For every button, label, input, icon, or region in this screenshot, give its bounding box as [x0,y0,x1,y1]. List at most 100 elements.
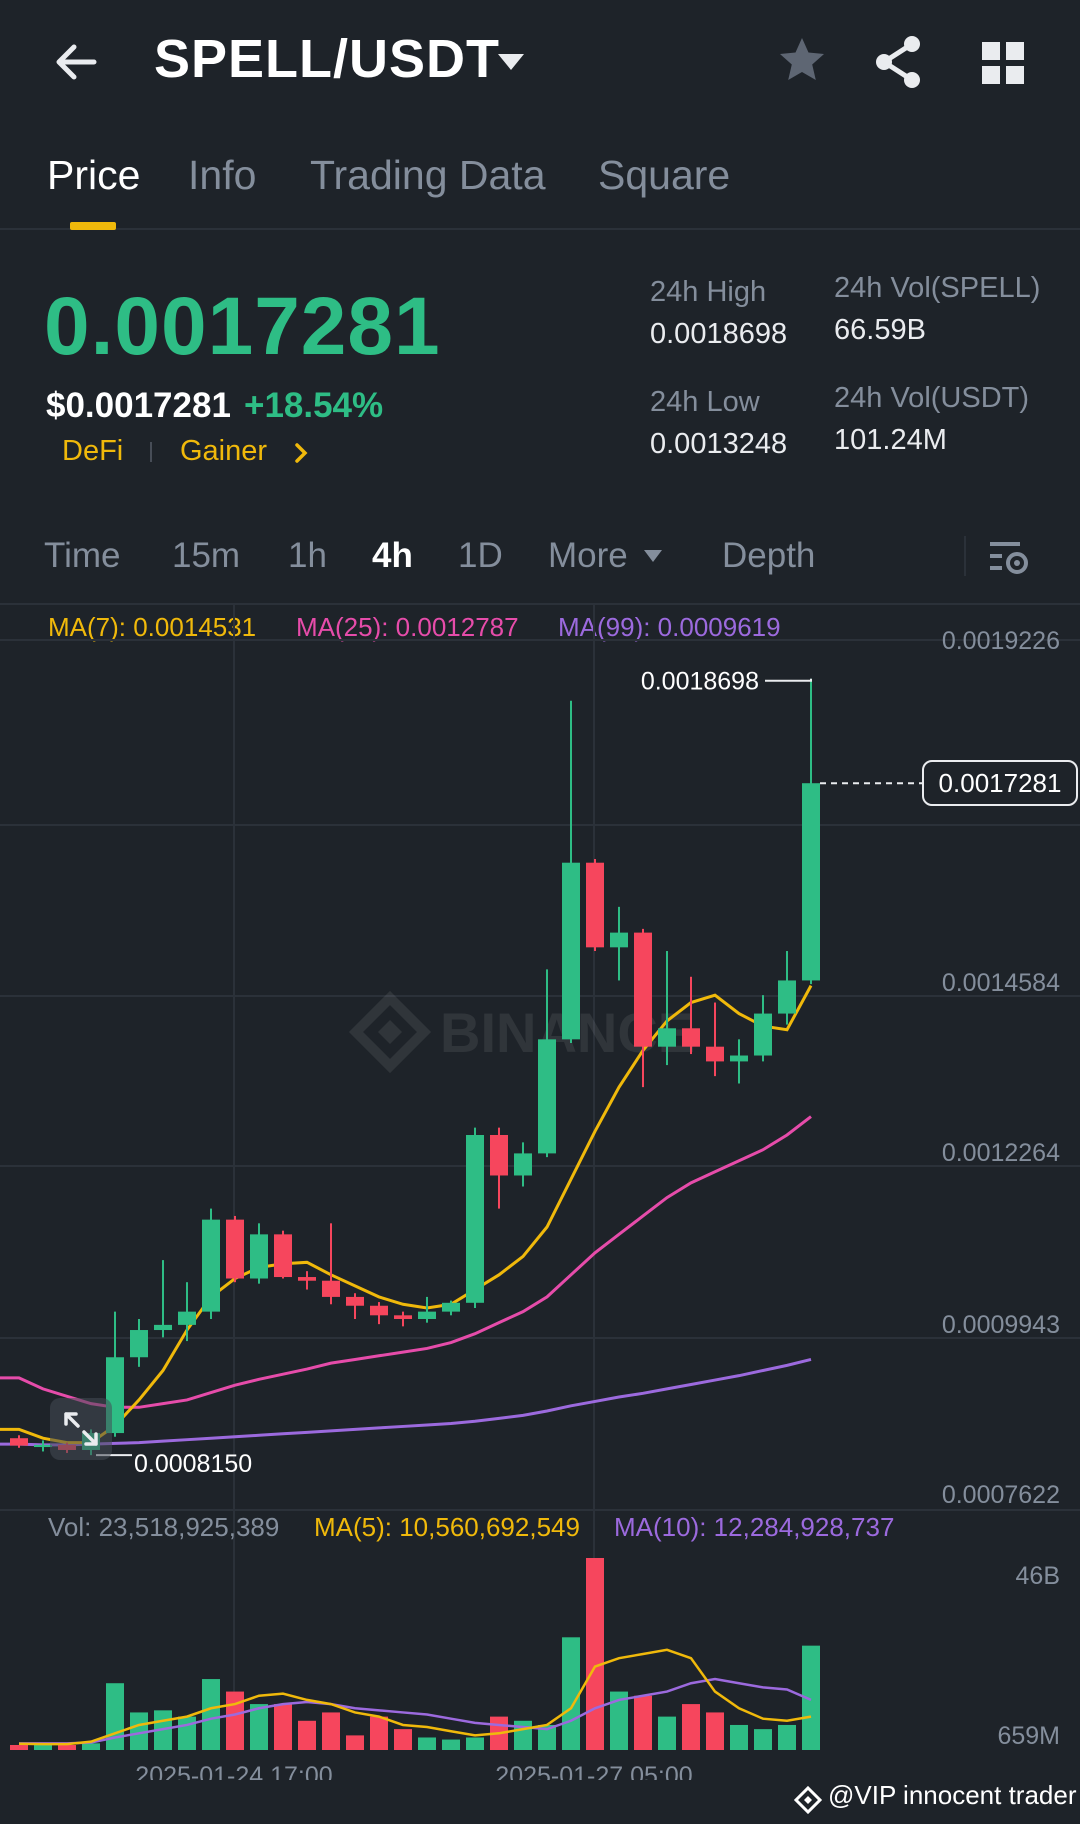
candle-body [154,1324,172,1331]
volume-bar [322,1712,340,1750]
volume-bar [706,1712,724,1750]
chevron-down-icon[interactable] [494,50,528,74]
tag-gainer[interactable]: Gainer [180,435,267,468]
share-icon[interactable] [872,34,924,90]
high-marker-label: 0.0018698 [641,668,759,696]
low-24h-label: 24h Low [650,386,760,418]
candle-body [754,1013,772,1056]
price-chart[interactable]: BINANCE 0.00192260.00145840.00122640.000… [0,560,1080,1780]
candle-body [586,862,604,948]
candle-body [202,1219,220,1312]
volume-bar [370,1716,388,1750]
x-axis-tick-label: 2025-01-24 17:00 [135,1762,332,1780]
price-change-percent: +18.54% [244,386,384,425]
volume-bar [682,1704,700,1750]
star-icon[interactable] [776,34,828,86]
candle-body [10,1438,28,1446]
tag-defi[interactable]: DeFi [62,435,123,468]
volume-bar [442,1739,460,1750]
volume-bar [346,1735,364,1750]
volume-bar [730,1724,748,1750]
y-axis-tick-label: 0.0012264 [942,1139,1060,1167]
candle-body [514,1153,532,1176]
volume-axis-max-label: 46B [1016,1562,1060,1590]
volume-axis-min-label: 659M [997,1722,1060,1750]
candle-body [274,1234,292,1278]
volume-bar [418,1737,436,1750]
current-price-tag: 0.0017281 [922,760,1078,807]
candle-body [562,862,580,1040]
active-tab-indicator [70,222,116,230]
trading-pair-title[interactable]: SPELL/USDT [154,28,500,90]
vol-base-label: 24h Vol(SPELL) [834,272,1041,304]
vol-base-value: 66.59B [834,314,926,346]
expand-chart-button[interactable] [50,1398,112,1460]
volume-bar [274,1704,292,1750]
candle-body [178,1311,196,1325]
low-24h-value: 0.0013248 [650,428,788,460]
candle-body [706,1046,724,1062]
candle-body [634,932,652,1047]
candle-body [418,1311,436,1319]
grid-icon[interactable] [980,40,1026,86]
y-axis-tick-label: 0.0019226 [942,627,1060,655]
candle-body [298,1277,316,1281]
candle-body [322,1280,340,1297]
vol-quote-value: 101.24M [834,424,947,456]
x-axis-tick-label: 2025-01-27 05:00 [495,1762,692,1780]
volume-bar [58,1744,76,1750]
candle-body [538,1039,556,1154]
candle-body [490,1135,508,1176]
candle-body [442,1302,460,1312]
candle-body [658,1028,676,1047]
candle-body [802,783,820,981]
volume-bar [466,1737,484,1750]
volume-bar [10,1744,28,1750]
volume-bar [562,1637,580,1750]
volume-bar [658,1716,676,1750]
volume-bar [514,1720,532,1750]
page-tabs: Price Info Trading Data Square [0,140,1080,230]
tag-divider [150,442,152,462]
y-axis-tick-label: 0.0009943 [942,1311,1060,1339]
volume-bar [778,1724,796,1750]
usd-price: $0.0017281 [46,386,231,425]
tab-trading-data[interactable]: Trading Data [310,152,546,199]
candle-body [730,1055,748,1062]
candle-body [346,1296,364,1306]
high-marker-line [765,678,812,682]
candle-body [250,1234,268,1279]
tab-info[interactable]: Info [188,152,256,199]
expand-icon [64,1412,98,1446]
high-24h-value: 0.0018698 [650,318,788,350]
candle-body [130,1330,148,1358]
vol-quote-label: 24h Vol(USDT) [834,382,1030,414]
binance-logo-icon [794,1786,822,1814]
volume-bar [178,1716,196,1750]
volume-ma10-legend: MA(10): 12,284,928,737 [614,1512,895,1542]
last-price: 0.0017281 [44,281,441,372]
arrow-left-icon[interactable] [48,34,104,90]
candle-body [370,1305,388,1316]
tab-square[interactable]: Square [598,152,730,199]
volume-legend: Vol: 23,518,925,389 [48,1512,280,1542]
volume-bar [226,1691,244,1750]
candle-body [778,980,796,1014]
volume-bar [754,1729,772,1750]
volume-bar [586,1558,604,1750]
chevron-right-icon[interactable] [292,440,310,466]
volume-bar [634,1695,652,1750]
candle-body [610,932,628,948]
candle-body [226,1219,244,1279]
y-axis-tick-label: 0.0007622 [942,1481,1060,1509]
volume-bar [298,1720,316,1750]
y-axis-tick-label: 0.0014584 [942,969,1060,997]
volume-bar [202,1679,220,1750]
volume-bar [82,1743,100,1750]
candle-body [682,1028,700,1047]
low-marker-label: 0.0008150 [134,1450,252,1478]
tab-price[interactable]: Price [47,152,140,199]
candle-body [466,1135,484,1303]
volume-bar [394,1729,412,1750]
top-bar: SPELL/USDT [0,0,1080,125]
